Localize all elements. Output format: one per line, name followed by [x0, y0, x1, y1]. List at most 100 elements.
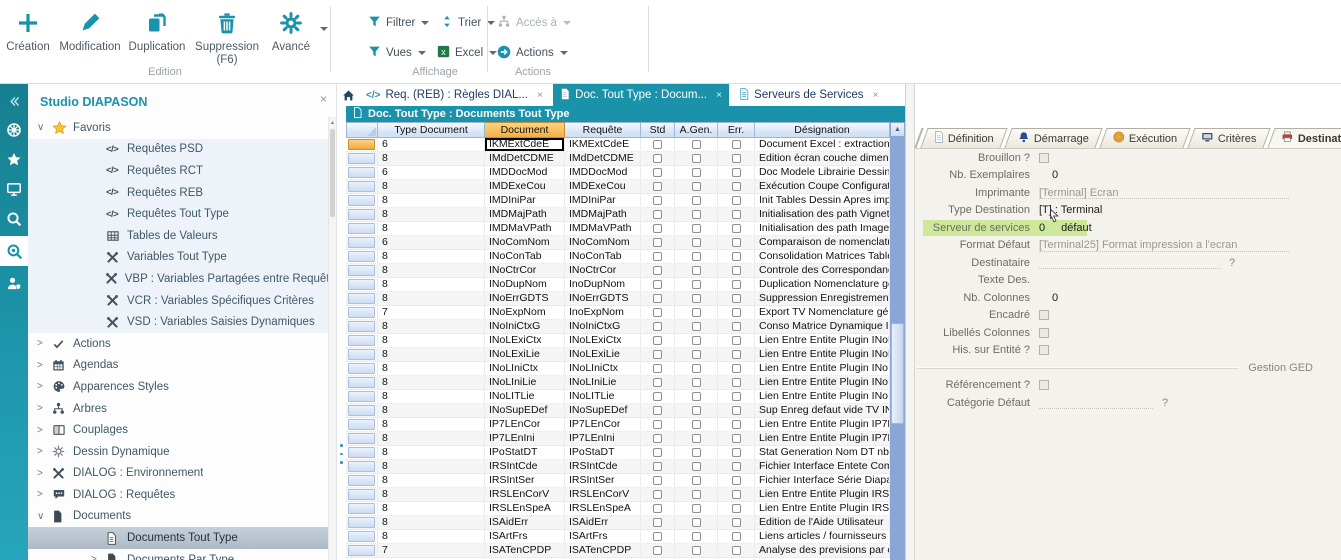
document-cell[interactable]: IMDExeCou — [485, 180, 565, 193]
checkbox-icon[interactable] — [692, 280, 701, 289]
table-row[interactable]: 8IPoStatDTIPoStaDTStat Generation Nom DT… — [346, 446, 890, 460]
designation-cell[interactable]: Comparaison de nomenclatures — [755, 236, 890, 249]
err-checkbox-cell[interactable] — [718, 418, 755, 431]
checkbox-icon[interactable] — [692, 140, 701, 149]
sidebar-item-vbp-variables-partag-es-entre-requ-tes[interactable]: VBP : Variables Partagées entre Requêtes — [28, 268, 328, 290]
a-gen-checkbox-cell[interactable] — [675, 222, 718, 235]
a-gen-checkbox-cell[interactable] — [675, 264, 718, 277]
std-checkbox-cell[interactable] — [641, 446, 675, 459]
designation-cell[interactable]: Lien Entre Entite Plugin INoIniLie — [755, 376, 890, 389]
err-checkbox-cell[interactable] — [718, 474, 755, 487]
table-row[interactable]: 8INoLExiCtxINoLExiCtxLien Entre Entite P… — [346, 334, 890, 348]
checkbox-icon[interactable] — [732, 434, 741, 443]
table-row[interactable]: 8INoLExiLieINoLExiLieLien Entre Entite P… — [346, 348, 890, 362]
designation-cell[interactable]: Lien Entre Entite Plugin IP7DetCor — [755, 418, 890, 431]
checkbox-icon[interactable] — [653, 252, 662, 261]
serveur-de-services-field[interactable]: 0défaut — [1039, 219, 1341, 237]
imprimante-field[interactable]: [Terminal] Ecran — [1039, 184, 1341, 202]
row-indicator[interactable] — [346, 208, 378, 221]
grid-scrollbar[interactable]: ▲ — [890, 122, 905, 560]
avance-button[interactable]: Avancé — [268, 5, 314, 54]
row-indicator[interactable] — [346, 530, 378, 543]
checkbox-icon[interactable] — [732, 252, 741, 261]
type-document-cell[interactable]: 8 — [378, 362, 485, 375]
tab-serveurs-de-services[interactable]: Serveurs de Services × — [732, 84, 885, 106]
chevron-down-icon[interactable] — [320, 27, 328, 35]
checkbox-icon[interactable] — [732, 406, 741, 415]
err-checkbox-cell[interactable] — [718, 208, 755, 221]
type-document-cell[interactable]: 7 — [378, 306, 485, 319]
designation-cell[interactable]: Fichier Interface Entete Commande Diapas… — [755, 460, 890, 473]
sidebar-item-variables-tout-type[interactable]: Variables Tout Type — [28, 247, 328, 269]
table-row[interactable]: 8INoLIniCtxINoLIniCtxLien Entre Entite P… — [346, 362, 890, 376]
table-row[interactable]: 8INoIniCtxGINoIniCtxGConso Matrice Dynam… — [346, 320, 890, 334]
err-checkbox-cell[interactable] — [718, 152, 755, 165]
designation-cell[interactable]: Lien Entre Entite Plugin INoIniCtx — [755, 362, 890, 375]
a-gen-checkbox-cell[interactable] — [675, 516, 718, 529]
checkbox-icon[interactable] — [692, 336, 701, 345]
row-indicator[interactable] — [346, 306, 378, 319]
sidebar-splitter[interactable] — [337, 84, 346, 560]
checkbox-icon[interactable] — [732, 322, 741, 331]
excel-button[interactable]: x Excel — [437, 42, 497, 64]
designation-cell[interactable]: Suppression Enregistrements TV INoErrGDT — [755, 292, 890, 305]
sidebar-item-documents[interactable]: ∨Documents — [28, 506, 328, 528]
checkbox-icon[interactable] — [692, 196, 701, 205]
designation-cell[interactable]: Lien Entre Entite Plugin IRSSpeArt — [755, 502, 890, 515]
row-indicator[interactable] — [346, 292, 378, 305]
requete-cell[interactable]: IRSLEnCorV — [565, 488, 641, 501]
checkbox-icon[interactable] — [732, 420, 741, 429]
type-document-cell[interactable]: 6 — [378, 138, 485, 151]
type-document-cell[interactable]: 8 — [378, 208, 485, 221]
sidebar-scrollbar[interactable]: ▲ — [328, 117, 336, 560]
requete-cell[interactable]: INoComNom — [565, 236, 641, 249]
err-checkbox-cell[interactable] — [718, 194, 755, 207]
table-row[interactable]: 8INoErrGDTSINoErrGDTSSuppression Enregis… — [346, 292, 890, 306]
sidebar-item-couplages[interactable]: >Couplages — [28, 419, 328, 441]
scroll-up-icon[interactable]: ▲ — [890, 122, 905, 137]
filtrer-button[interactable]: Filtrer — [368, 12, 429, 34]
type-document-cell[interactable]: 8 — [378, 250, 485, 263]
requete-cell[interactable]: ISArtFrs — [565, 530, 641, 543]
checkbox-icon[interactable] — [732, 294, 741, 303]
home-icon[interactable] — [337, 84, 359, 106]
a-gen-checkbox-cell[interactable] — [675, 348, 718, 361]
checkbox-icon[interactable] — [653, 378, 662, 387]
err-checkbox-cell[interactable] — [718, 376, 755, 389]
designation-cell[interactable]: Liens articles / fournisseurs — [755, 530, 890, 543]
requete-cell[interactable]: IPoStaDT — [565, 446, 641, 459]
actions-button[interactable]: Actions — [497, 42, 568, 64]
std-checkbox-cell[interactable] — [641, 460, 675, 473]
requete-cell[interactable]: IMDMaVPath — [565, 222, 641, 235]
document-cell[interactable]: IRSLEnCorV — [485, 488, 565, 501]
input-underline[interactable] — [1039, 239, 1289, 252]
a-gen-checkbox-cell[interactable] — [675, 446, 718, 459]
document-cell[interactable]: INoCtrCor — [485, 264, 565, 277]
err-checkbox-cell[interactable] — [718, 334, 755, 347]
chevron-collapsed-icon[interactable]: > — [37, 338, 52, 349]
a-gen-checkbox-cell[interactable] — [675, 544, 718, 557]
checkbox-icon[interactable] — [1039, 310, 1049, 320]
designation-cell[interactable]: Lien Entre Entite Plugin IRSCorVBA — [755, 488, 890, 501]
sidebar-item-requ-tes-tout-type[interactable]: </>Requêtes Tout Type — [28, 203, 328, 225]
checkbox-icon[interactable] — [692, 350, 701, 359]
close-icon[interactable]: × — [320, 92, 327, 106]
duplication-button[interactable]: Duplication — [128, 5, 186, 54]
designation-cell[interactable]: Sup Enreg defaut vide TV INo... — [755, 404, 890, 417]
checkbox-icon[interactable] — [732, 546, 741, 555]
sidebar-item-agendas[interactable]: >Agendas — [28, 355, 328, 377]
type-document-cell[interactable]: 8 — [378, 222, 485, 235]
row-indicator[interactable] — [346, 222, 378, 235]
std-checkbox-cell[interactable] — [641, 306, 675, 319]
column-header-a-gen[interactable]: A.Gen. — [675, 122, 718, 138]
document-cell[interactable]: IRSIntSer — [485, 474, 565, 487]
panel-tab-crit-res[interactable]: Critères — [1188, 128, 1271, 148]
checkbox-icon[interactable] — [692, 168, 701, 177]
requete-cell[interactable]: INoSupEDef — [565, 404, 641, 417]
document-cell[interactable]: INoErrGDTS — [485, 292, 565, 305]
checkbox-icon[interactable] — [732, 140, 741, 149]
document-cell[interactable]: IRSLEnSpeA — [485, 502, 565, 515]
sidebar-item-arbres[interactable]: >Arbres — [28, 398, 328, 420]
std-checkbox-cell[interactable] — [641, 264, 675, 277]
document-cell[interactable]: IMDMaVPath — [485, 222, 565, 235]
